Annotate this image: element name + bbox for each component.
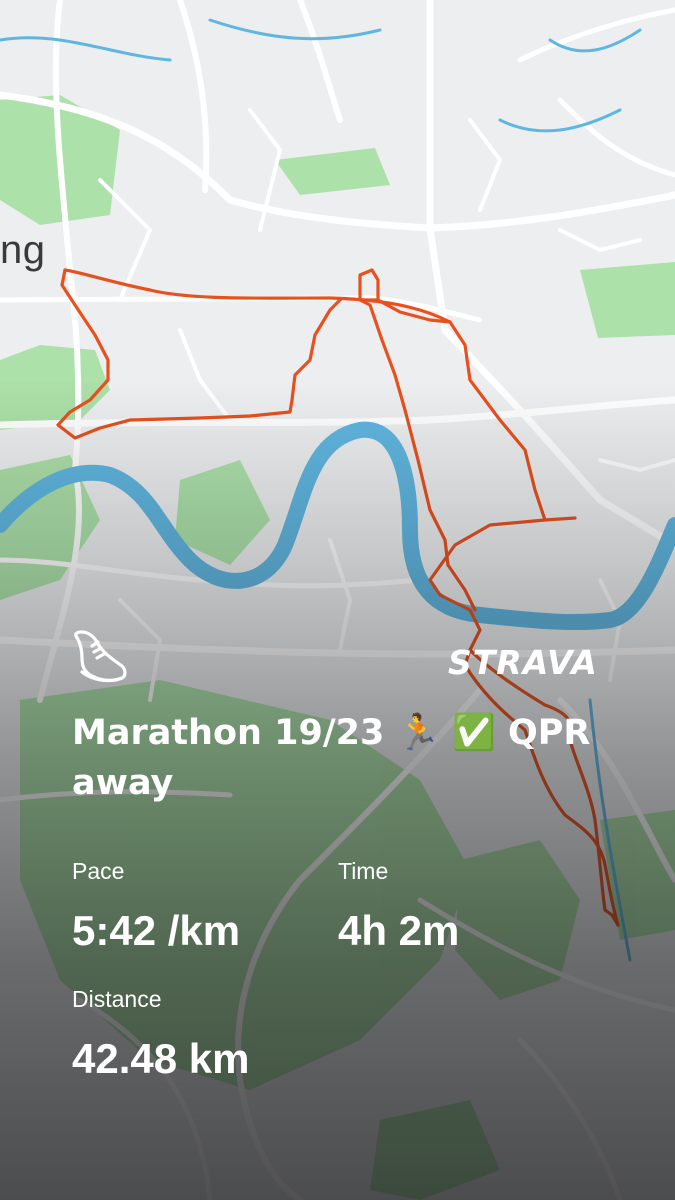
strava-share-card: ng STRAVA Marathon 19/23 🏃 ✅ QPR away Pa…: [0, 0, 675, 1200]
strava-logo: STRAVA: [448, 643, 598, 682]
distance-value: 42.48 km: [72, 1035, 250, 1082]
distance-label: Distance: [72, 986, 162, 1012]
route-map: [0, 0, 675, 1200]
map-place-label: ng: [0, 228, 46, 272]
time-value: 4h 2m: [338, 907, 460, 954]
pace-label: Pace: [72, 858, 125, 884]
pace-value: 5:42 /km: [72, 907, 241, 954]
activity-title: Marathon 19/23 🏃 ✅ QPR away: [72, 713, 591, 803]
running-shoe-icon: [68, 628, 130, 688]
time-label: Time: [338, 858, 389, 884]
